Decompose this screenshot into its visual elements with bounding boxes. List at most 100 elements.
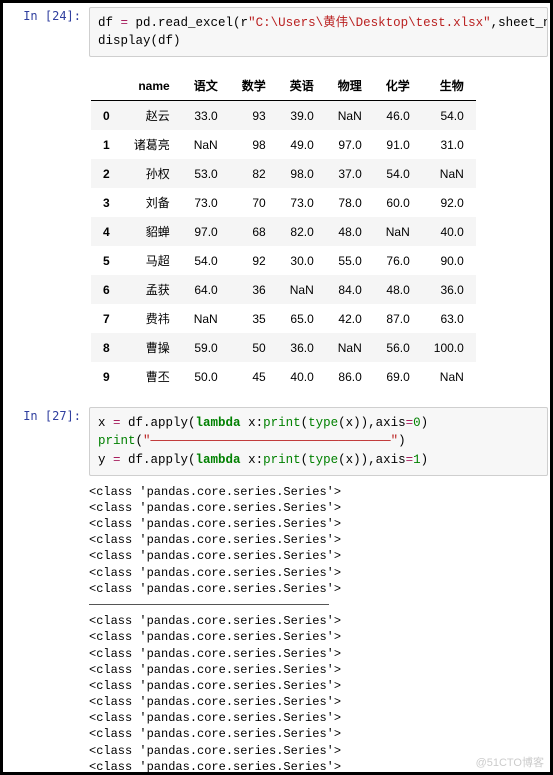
df-cell: 曹丕 (122, 362, 182, 391)
df-cell: 54.0 (374, 159, 422, 188)
table-row: 7费祎NaN3565.042.087.063.0 (91, 304, 476, 333)
df-cell: 42.0 (326, 304, 374, 333)
df-cell: 孟获 (122, 275, 182, 304)
df-col-header: 化学 (374, 71, 422, 101)
prompt-2: In [27]: (3, 403, 89, 429)
df-cell: 54.0 (182, 246, 230, 275)
t: lambda (196, 416, 241, 430)
table-row: 8曹操59.05036.0NaN56.0100.0 (91, 333, 476, 362)
t: df (98, 16, 121, 30)
df-cell: 65.0 (278, 304, 326, 333)
prompt-1: In [24]: (3, 3, 89, 29)
df-cell: 36 (230, 275, 278, 304)
df-cell: 56.0 (374, 333, 422, 362)
df-cell: 33.0 (182, 101, 230, 131)
df-cell: NaN (326, 101, 374, 131)
df-row-index: 4 (91, 217, 122, 246)
df-row-index: 8 (91, 333, 122, 362)
t: (x)),axis (338, 453, 406, 467)
table-row: 5马超54.09230.055.076.090.0 (91, 246, 476, 275)
df-cell: 54.0 (422, 101, 476, 131)
df-cell: 82.0 (278, 217, 326, 246)
df-cell: 50 (230, 333, 278, 362)
df-cell: 37.0 (326, 159, 374, 188)
df-header-row: name语文数学英语物理化学生物 (91, 71, 476, 101)
t: ) (421, 453, 429, 467)
df-cell: 55.0 (326, 246, 374, 275)
df-cell: 97.0 (182, 217, 230, 246)
t: print (263, 453, 301, 467)
df-cell: 曹操 (122, 333, 182, 362)
df-row-index: 0 (91, 101, 122, 131)
output-divider (89, 604, 329, 605)
t: ( (301, 416, 309, 430)
cell-1: In [24]: df = pd.read_excel(r"C:\Users\黄… (3, 3, 550, 61)
df-cell: 63.0 (422, 304, 476, 333)
df-cell: 35 (230, 304, 278, 333)
t: df.apply( (121, 416, 196, 430)
table-row: 9曹丕50.04540.086.069.0NaN (91, 362, 476, 391)
code: df = pd.read_excel(r"C:\Users\黄伟\Desktop… (98, 16, 548, 48)
dataframe-output: name语文数学英语物理化学生物 0赵云33.09339.0NaN46.054.… (81, 61, 550, 403)
t: ( (301, 453, 309, 467)
df-cell: 59.0 (182, 333, 230, 362)
df-cell: 73.0 (182, 188, 230, 217)
t: ) (398, 434, 406, 448)
df-cell: 49.0 (278, 130, 326, 159)
df-cell: 马超 (122, 246, 182, 275)
df-cell: 48.0 (374, 275, 422, 304)
df-cell: 诸葛亮 (122, 130, 182, 159)
df-cell: 40.0 (422, 217, 476, 246)
df-cell: 40.0 (278, 362, 326, 391)
code-input-2[interactable]: x = df.apply(lambda x:print(type(x)),axi… (89, 407, 548, 475)
df-cell: 98 (230, 130, 278, 159)
df-cell: 貂蝉 (122, 217, 182, 246)
df-cell: 36.0 (278, 333, 326, 362)
df-cell: 68 (230, 217, 278, 246)
df-cell: 92.0 (422, 188, 476, 217)
t: "C:\Users\黄伟\Desktop\test.xlsx" (248, 16, 491, 30)
df-cell: 93 (230, 101, 278, 131)
output-block-2: <class 'pandas.core.series.Series'> <cla… (89, 614, 341, 774)
cell-2: In [27]: x = df.apply(lambda x:print(typ… (3, 403, 550, 479)
df-cell: 98.0 (278, 159, 326, 188)
df-cell: 刘备 (122, 188, 182, 217)
t: = (113, 416, 121, 430)
df-cell: 31.0 (422, 130, 476, 159)
table-row: 6孟获64.036NaN84.048.036.0 (91, 275, 476, 304)
df-cell: NaN (422, 362, 476, 391)
df-row-index: 7 (91, 304, 122, 333)
df-cell: 82 (230, 159, 278, 188)
df-cell: 36.0 (422, 275, 476, 304)
df-col-header: 生物 (422, 71, 476, 101)
output-block-1: <class 'pandas.core.series.Series'> <cla… (89, 485, 341, 596)
df-row-index: 1 (91, 130, 122, 159)
code-input-1[interactable]: df = pd.read_excel(r"C:\Users\黄伟\Desktop… (89, 7, 548, 57)
t: ) (421, 416, 429, 430)
df-cell: 45 (230, 362, 278, 391)
df-cell: 84.0 (326, 275, 374, 304)
t: display(df) (98, 34, 181, 48)
df-cell: 46.0 (374, 101, 422, 131)
df-body: 0赵云33.09339.0NaN46.054.01诸葛亮NaN9849.097.… (91, 101, 476, 392)
df-cell: 48.0 (326, 217, 374, 246)
t: print (263, 416, 301, 430)
table-row: 0赵云33.09339.0NaN46.054.0 (91, 101, 476, 131)
df-cell: NaN (182, 130, 230, 159)
df-cell: 费祎 (122, 304, 182, 333)
table-row: 4貂蝉97.06882.048.0NaN40.0 (91, 217, 476, 246)
t: df.apply( (121, 453, 196, 467)
df-cell: 70 (230, 188, 278, 217)
t: x (98, 416, 113, 430)
t: pd.read_excel(r (128, 16, 248, 30)
watermark: @51CTO博客 (476, 754, 544, 770)
df-cell: 76.0 (374, 246, 422, 275)
df-row-index: 6 (91, 275, 122, 304)
df-cell: 赵云 (122, 101, 182, 131)
t: y (98, 453, 113, 467)
df-cell: 97.0 (326, 130, 374, 159)
df-row-index: 3 (91, 188, 122, 217)
df-col-header: 数学 (230, 71, 278, 101)
t: "————————————————————————————————" (143, 434, 398, 448)
t: ( (136, 434, 144, 448)
